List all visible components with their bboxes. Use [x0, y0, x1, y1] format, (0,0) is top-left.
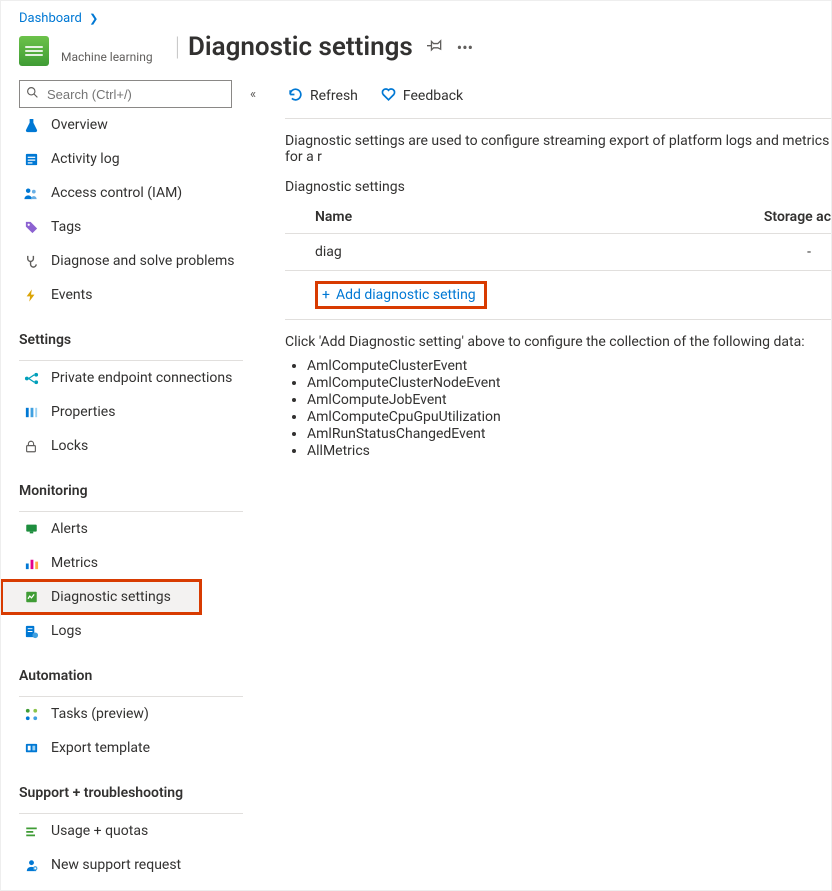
export-template-icon: [21, 741, 41, 756]
data-types-list: AmlComputeClusterEvent AmlComputeCluster…: [307, 358, 831, 459]
sidebar-section-automation: Automation: [19, 668, 261, 690]
search-input[interactable]: [45, 86, 225, 103]
sidebar-item-label: Alerts: [51, 521, 88, 537]
sidebar-item-private-endpoint[interactable]: Private endpoint connections: [19, 361, 261, 395]
sidebar-item-label: New support request: [51, 857, 181, 873]
sidebar-item-label: Access control (IAM): [51, 185, 182, 201]
collapse-sidebar-icon[interactable]: «: [250, 87, 256, 102]
column-name: Name: [285, 201, 558, 234]
sidebar-item-label: Usage + quotas: [51, 823, 148, 839]
description-text: Diagnostic settings are used to configur…: [285, 133, 831, 165]
pin-icon[interactable]: [427, 37, 443, 57]
feedback-button[interactable]: Feedback: [380, 86, 463, 107]
sidebar-item-label: Diagnose and solve problems: [51, 253, 234, 269]
sidebar-item-diagnostic-settings[interactable]: Diagnostic settings: [1, 580, 201, 614]
sidebar-item-alerts[interactable]: Alerts: [19, 512, 261, 546]
feedback-label: Feedback: [403, 88, 463, 104]
list-item: AllMetrics: [307, 443, 831, 459]
heart-icon: [380, 86, 397, 107]
sidebar-item-label: Tasks (preview): [51, 706, 149, 722]
metrics-icon: [21, 556, 41, 571]
cell-name: diag: [285, 234, 558, 271]
sidebar-item-tasks[interactable]: Tasks (preview): [19, 697, 261, 731]
properties-icon: [21, 405, 41, 420]
sidebar-item-label: Activity log: [51, 151, 120, 167]
sidebar-item-label: Tags: [51, 219, 81, 235]
refresh-icon: [287, 86, 304, 107]
sidebar-item-events[interactable]: Events: [19, 278, 261, 312]
list-item: AmlComputeJobEvent: [307, 392, 831, 408]
more-icon[interactable]: •••: [457, 38, 473, 57]
sidebar-section-support: Support + troubleshooting: [19, 785, 261, 807]
sidebar-section-monitoring: Monitoring: [19, 483, 261, 505]
sidebar-item-diagnose-solve[interactable]: Diagnose and solve problems: [19, 244, 261, 278]
diagnostic-settings-icon: [21, 590, 41, 604]
alerts-icon: [21, 522, 41, 536]
list-item: AmlComputeClusterNodeEvent: [307, 375, 831, 391]
sidebar-item-label: Locks: [51, 438, 88, 454]
sidebar-item-label: Metrics: [51, 555, 98, 571]
sidebar-item-label: Diagnostic settings: [51, 589, 171, 605]
refresh-label: Refresh: [310, 88, 358, 104]
instruction-text: Click 'Add Diagnostic setting' above to …: [285, 334, 831, 350]
sidebar-item-label: Events: [51, 287, 92, 303]
sidebar-item-label: Overview: [51, 117, 108, 133]
divider: [285, 118, 831, 119]
endpoint-icon: [21, 371, 41, 386]
sidebar-item-new-support[interactable]: New support request: [19, 848, 261, 875]
sidebar-item-locks[interactable]: Locks: [19, 429, 261, 463]
tasks-icon: [21, 707, 41, 722]
sidebar-item-activity-log[interactable]: Activity log: [19, 142, 261, 176]
tag-icon: [21, 220, 41, 235]
search-icon: [26, 86, 39, 103]
page-header: Machine learning | Diagnostic settings •…: [1, 30, 831, 74]
list-item: AmlComputeCpuGpuUtilization: [307, 409, 831, 425]
logs-icon: [21, 624, 41, 639]
diagnostic-settings-table: Name Storage ac diag - + Add diagnostic …: [285, 201, 831, 320]
resource-icon: [19, 36, 49, 66]
sidebar-item-usage-quotas[interactable]: Usage + quotas: [19, 814, 261, 848]
search-box[interactable]: [19, 80, 232, 108]
content-area: Refresh Feedback Diagnostic settings are…: [261, 74, 831, 875]
sidebar-item-label: Export template: [51, 740, 150, 756]
list-item: AmlComputeClusterEvent: [307, 358, 831, 374]
sidebar-item-logs[interactable]: Logs: [19, 614, 261, 648]
divider: |: [175, 32, 180, 62]
chevron-right-icon: ❯: [85, 12, 102, 25]
cell-storage: -: [558, 234, 831, 271]
sidebar-item-export-template[interactable]: Export template: [19, 731, 261, 765]
add-diagnostic-setting-button[interactable]: + Add diagnostic setting: [315, 281, 487, 309]
breadcrumb: Dashboard ❯: [1, 1, 831, 30]
lightning-icon: [21, 288, 41, 303]
people-icon: [21, 186, 41, 201]
lock-icon: [21, 439, 41, 454]
diagnose-icon: [21, 254, 41, 269]
list-item: AmlRunStatusChangedEvent: [307, 426, 831, 442]
sidebar-item-label: Private endpoint connections: [51, 370, 232, 386]
table-row[interactable]: diag -: [285, 234, 831, 271]
column-storage: Storage ac: [558, 201, 831, 234]
activity-log-icon: [21, 152, 41, 167]
sidebar-item-overview[interactable]: Overview: [19, 108, 261, 142]
resource-type-label: Machine learning: [61, 50, 153, 64]
support-icon: [21, 858, 41, 873]
sidebar-section-settings: Settings: [19, 332, 261, 354]
flask-icon: [21, 118, 41, 133]
table-heading: Diagnostic settings: [285, 179, 831, 195]
refresh-button[interactable]: Refresh: [287, 86, 358, 107]
sidebar-item-properties[interactable]: Properties: [19, 395, 261, 429]
add-diagnostic-label: Add diagnostic setting: [336, 287, 476, 303]
content-toolbar: Refresh Feedback: [285, 80, 831, 112]
sidebar: « Overview Activity log Access control (…: [1, 74, 261, 875]
plus-icon: +: [322, 287, 330, 303]
breadcrumb-dashboard[interactable]: Dashboard: [19, 11, 82, 26]
sidebar-item-tags[interactable]: Tags: [19, 210, 261, 244]
sidebar-item-label: Logs: [51, 623, 82, 639]
sidebar-item-metrics[interactable]: Metrics: [19, 546, 261, 580]
quota-icon: [21, 824, 41, 838]
sidebar-item-access-control[interactable]: Access control (IAM): [19, 176, 261, 210]
page-title: Diagnostic settings: [188, 32, 413, 62]
sidebar-item-label: Properties: [51, 404, 115, 420]
